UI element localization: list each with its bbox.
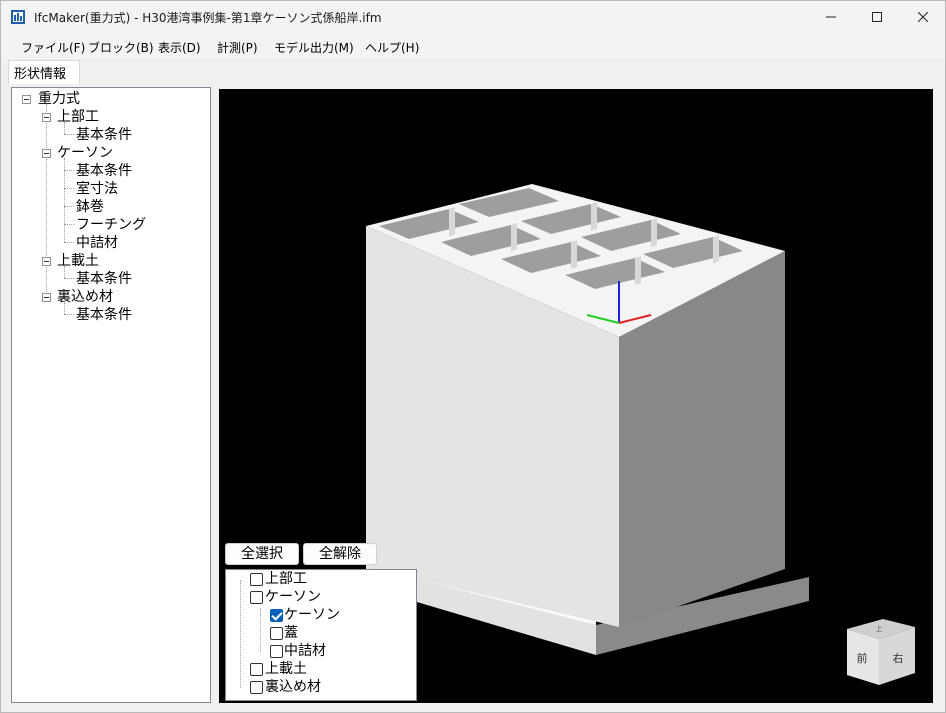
tree-collapse-toggle[interactable] [42, 113, 51, 122]
viewcube-top-label: 上 [876, 624, 883, 633]
menu-help[interactable]: ヘルプ(H) [365, 39, 419, 56]
layer-label-lid: 蓋 [284, 625, 298, 641]
tree-item-caisson-footing[interactable]: フーチング [76, 216, 146, 234]
tree-item-backfill[interactable]: 裏込め材 [57, 288, 113, 306]
tree-collapse-toggle[interactable] [42, 293, 51, 302]
layer-label-surcharge-soil: 上載土 [265, 661, 307, 677]
tree-collapse-toggle[interactable] [42, 149, 51, 158]
view-cube[interactable]: 上 前 右 [843, 617, 917, 689]
tree-item-surcharge-basic[interactable]: 基本条件 [76, 270, 132, 288]
tree-connector [64, 170, 74, 171]
layer-label-backfill: 裏込め材 [265, 679, 321, 695]
tree-item-backfill-basic[interactable]: 基本条件 [76, 306, 132, 324]
tree-connector [64, 188, 74, 189]
close-button[interactable] [900, 1, 946, 33]
tree-collapse-toggle[interactable] [42, 257, 51, 266]
tree-connector [260, 608, 261, 652]
tree-item-caisson-basic[interactable]: 基本条件 [76, 162, 132, 180]
select-all-button[interactable]: 全選択 [225, 543, 299, 565]
deselect-all-button[interactable]: 全解除 [303, 543, 377, 565]
tree-connector [64, 242, 74, 243]
layer-checkbox-lid[interactable] [270, 627, 283, 640]
app-window: IfcMaker(重力式) - H30港湾事例集-第1章ケーソン式係船岸.ifm… [0, 0, 946, 713]
minimize-icon [826, 16, 836, 18]
tree-collapse-toggle[interactable] [22, 95, 31, 104]
viewcube-front-label: 前 [857, 651, 868, 665]
maximize-icon [872, 12, 882, 22]
menu-file[interactable]: ファイル(F) [21, 39, 85, 56]
tree-item-caisson-hachimaki[interactable]: 鉢巻 [76, 198, 104, 216]
layer-checkbox-surcharge-soil[interactable] [250, 663, 263, 676]
app-icon [11, 10, 25, 24]
tree-connector [46, 104, 47, 300]
tree-connector [64, 224, 74, 225]
menu-model-output[interactable]: モデル出力(M) [274, 39, 354, 56]
menu-bar: ファイル(F) ブロック(B) 表示(D) 計測(P) モデル出力(M) ヘルプ… [1, 33, 945, 59]
layer-label-caisson: ケーソン [284, 607, 340, 623]
tree-connector [64, 206, 74, 207]
title-bar[interactable]: IfcMaker(重力式) - H30港湾事例集-第1章ケーソン式係船岸.ifm [1, 1, 945, 33]
tree-item-caisson[interactable]: ケーソン [57, 144, 113, 162]
viewcube-right-label: 右 [893, 651, 904, 665]
window-title: IfcMaker(重力式) - H30港湾事例集-第1章ケーソン式係船岸.ifm [34, 11, 382, 25]
close-icon [918, 12, 928, 22]
minimize-button[interactable] [808, 1, 854, 33]
menu-block[interactable]: ブロック(B) [88, 39, 154, 56]
layer-checkbox-caisson[interactable] [270, 609, 283, 622]
tree-item-surcharge-soil[interactable]: 上載土 [57, 252, 99, 270]
tree-connector [64, 134, 74, 135]
tree-connector [64, 314, 74, 315]
tree-item-root[interactable]: 重力式 [38, 90, 80, 108]
tab-strip: 形状情報 [1, 59, 945, 84]
layer-label-fill: 中詰材 [284, 643, 326, 659]
shape-tree: 重力式 上部工 基本条件 ケーソン 基本条件 室寸法 鉢巻 フーチング 中詰材 … [11, 87, 211, 703]
tree-item-caisson-room-size[interactable]: 室寸法 [76, 180, 118, 198]
layer-checkbox-upper-works[interactable] [250, 573, 263, 586]
layer-checkbox-fill[interactable] [270, 645, 283, 658]
layer-label-upper-works: 上部工 [265, 571, 307, 587]
menu-display[interactable]: 表示(D) [158, 39, 201, 56]
tree-item-upper-works[interactable]: 上部工 [57, 108, 99, 126]
tree-item-caisson-fill[interactable]: 中詰材 [76, 234, 118, 252]
layer-visibility-list: 上部工 ケーソン ケーソン 蓋 中詰材 上載土 裏込め材 [225, 569, 417, 701]
layer-label-caisson-group: ケーソン [265, 589, 321, 605]
layer-checkbox-caisson-group[interactable] [250, 591, 263, 604]
tree-connector [64, 278, 74, 279]
maximize-button[interactable] [854, 1, 900, 33]
tree-connector [240, 580, 241, 688]
tree-item-upper-works-basic[interactable]: 基本条件 [76, 126, 132, 144]
menu-measure[interactable]: 計測(P) [217, 39, 258, 56]
layer-checkbox-backfill[interactable] [250, 681, 263, 694]
tab-shape-info[interactable]: 形状情報 [8, 60, 80, 84]
